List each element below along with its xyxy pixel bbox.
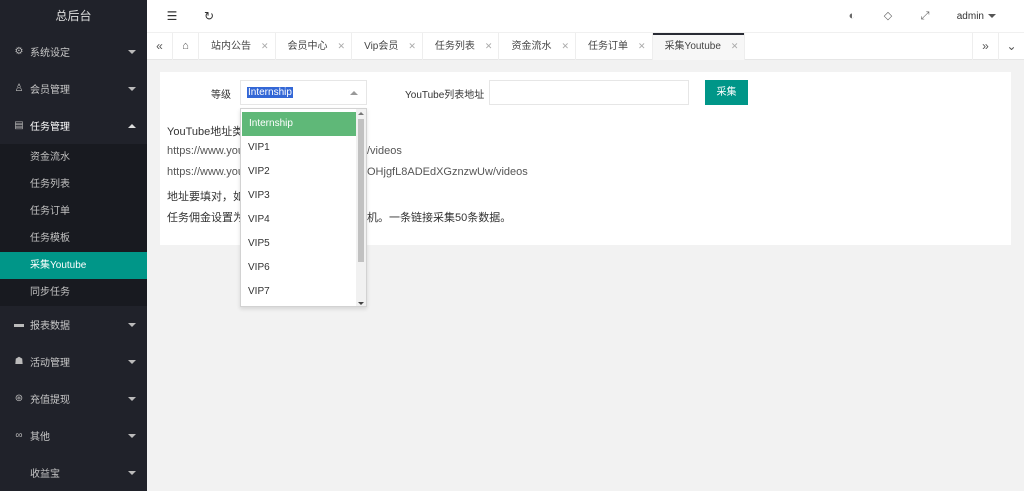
theme-icon[interactable]: ◐ [841, 0, 863, 33]
fullscreen-icon[interactable]: ⤢ [914, 0, 936, 33]
chevron-down-icon [128, 322, 136, 327]
sidebar-group-system[interactable]: ⚙ 系统设定 [0, 33, 147, 70]
sidebar-group-label: 收益宝 [30, 469, 60, 480]
close-icon[interactable]: ✕ [561, 41, 569, 51]
sidebar-title[interactable]: 总后台 [0, 0, 147, 33]
chevron-up-icon [128, 123, 136, 128]
tab-member-center[interactable]: 会员中心 ✕ [276, 33, 353, 60]
username: admin [956, 11, 984, 22]
youtube-url-input[interactable] [489, 80, 689, 105]
tag-icon[interactable]: ◇ [877, 0, 899, 33]
chevron-down-icon [988, 14, 996, 19]
top-header: ☰ ↻ ◐ ◇ ⤢ admin [147, 0, 1024, 33]
dropdown-option[interactable]: VIP6 [241, 256, 355, 280]
scrollbar-thumb[interactable] [358, 119, 364, 262]
sidebar-item-task-orders[interactable]: 任务订单 [0, 198, 147, 225]
sidebar-group-other[interactable]: ∞ 其他 [0, 417, 147, 454]
sidebar-group-label: 活动管理 [30, 358, 70, 369]
tab-vip[interactable]: Vip会员 ✕ [352, 33, 423, 60]
scroll-down-icon[interactable] [358, 302, 364, 305]
sidebar-group-reports[interactable]: ▬ 报表数据 [0, 306, 147, 343]
chevron-down-icon [128, 359, 136, 364]
sidebar-group-label: 报表数据 [30, 321, 70, 332]
sidebar-group-tasks[interactable]: ▤ 任务管理 [0, 107, 147, 144]
close-icon[interactable]: ✕ [408, 41, 416, 51]
sidebar-group-label: 充值提现 [30, 395, 70, 406]
gear-icon: ⚙ [14, 46, 24, 57]
chevron-down-icon [128, 470, 136, 475]
chevron-down-icon [128, 86, 136, 91]
dropdown-option[interactable]: VIP7 [241, 280, 355, 304]
sidebar-group-activities[interactable]: ☗ 活动管理 [0, 343, 147, 380]
chevron-down-icon [128, 49, 136, 54]
money-icon: ⊛ [14, 393, 24, 404]
info-line-5b: 机。一条链接采集50条数据。 [367, 212, 512, 224]
info-line-3a: https://www.you [167, 166, 245, 178]
tab-bar: « ⌂ 站内公告 ✕ 会员中心 ✕ Vip会员 ✕ 任务列表 ✕ 资金流水 ✕ 任务订单 ✕… [147, 33, 1024, 60]
dropdown-option[interactable]: VIP4 [241, 208, 355, 232]
info-line-2b: /videos [367, 145, 402, 157]
sidebar-item-task-list[interactable]: 任务列表 [0, 171, 147, 198]
dropdown-scrollbar[interactable] [356, 109, 366, 306]
sidebar-item-fund-flow[interactable]: 资金流水 [0, 144, 147, 171]
tab-notice[interactable]: 站内公告 ✕ [199, 33, 276, 60]
user-menu[interactable]: admin [957, 0, 996, 33]
chevron-down-icon [128, 396, 136, 401]
sidebar-item-task-templates[interactable]: 任务模板 [0, 225, 147, 252]
scroll-up-icon[interactable] [358, 112, 364, 115]
link-icon: ∞ [15, 430, 23, 441]
close-icon[interactable]: ✕ [261, 41, 269, 51]
info-line-4: 地址要填对，如 [167, 191, 244, 203]
sidebar-group-label: 会员管理 [30, 85, 70, 96]
sidebar-group-label: 系统设定 [30, 48, 70, 59]
sidebar-item-sync-tasks[interactable]: 同步任务 [0, 279, 147, 306]
close-icon[interactable]: ✕ [731, 41, 739, 51]
sidebar-group-label: 任务管理 [30, 122, 70, 133]
dropdown-option[interactable]: VIP3 [241, 184, 355, 208]
info-line-3b: OHjgfL8ADEdXGznzwUw/videos [367, 166, 528, 178]
document-icon: ▤ [14, 120, 24, 131]
sidebar: 总后台 ⚙ 系统设定 ♙ 会员管理 ▤ 任务管理 资金流水 任务列表 任务订单 … [0, 0, 147, 491]
dropdown-option[interactable]: VIP5 [241, 232, 355, 256]
sidebar-group-label: 其他 [30, 432, 50, 443]
sidebar-group-members[interactable]: ♙ 会员管理 [0, 70, 147, 107]
dropdown-option[interactable]: VIP1 [241, 136, 355, 160]
scroll-tabs-right-icon[interactable]: » [972, 33, 998, 60]
home-icon[interactable]: ⌂ [173, 33, 199, 60]
grade-label: 等级 [211, 90, 231, 101]
tab-fund-flow[interactable]: 资金流水 ✕ [499, 33, 577, 60]
sidebar-item-collect-youtube[interactable]: 采集Youtube [0, 252, 147, 279]
tab-task-orders[interactable]: 任务订单 ✕ [576, 33, 653, 60]
tab-menu-chevron-down-icon[interactable]: ⌄ [998, 33, 1024, 60]
close-icon[interactable]: ✕ [485, 41, 493, 51]
info-line-2a: https://www.you [167, 145, 245, 157]
chart-icon: ▬ [14, 319, 24, 330]
collect-button[interactable]: 采集 [705, 80, 748, 105]
group-icon: ☗ [14, 356, 24, 367]
dropdown-option[interactable]: VIP2 [241, 160, 355, 184]
sidebar-group-recharge[interactable]: ⊛ 充值提现 [0, 380, 147, 417]
info-line-5a: 任务佣金设置为 [167, 212, 244, 224]
tab-collect-youtube[interactable]: 采集Youtube ✕ [652, 33, 746, 60]
grade-select[interactable]: Internship [240, 80, 367, 105]
close-icon[interactable]: ✕ [638, 41, 646, 51]
youtube-url-label: YouTube列表地址 [405, 90, 485, 101]
sidebar-group-earnings[interactable]: 收益宝 [0, 454, 147, 491]
close-icon[interactable]: ✕ [338, 41, 346, 51]
tab-task-list[interactable]: 任务列表 ✕ [423, 33, 500, 60]
scroll-tabs-left-icon[interactable]: « [147, 33, 173, 60]
task-subnav: 资金流水 任务列表 任务订单 任务模板 采集Youtube 同步任务 [0, 144, 147, 306]
refresh-icon[interactable]: ↻ [198, 0, 220, 33]
dropdown-option[interactable]: Internship [242, 112, 356, 136]
chevron-up-icon [350, 91, 358, 95]
menu-collapse-icon[interactable]: ☰ [161, 0, 183, 33]
grade-select-value: Internship [247, 87, 293, 98]
info-line-1: YouTube地址类 [167, 126, 244, 138]
grade-dropdown: Internship VIP1 VIP2 VIP3 VIP4 VIP5 VIP6… [240, 108, 367, 307]
chevron-down-icon [128, 433, 136, 438]
user-icon: ♙ [14, 83, 24, 94]
